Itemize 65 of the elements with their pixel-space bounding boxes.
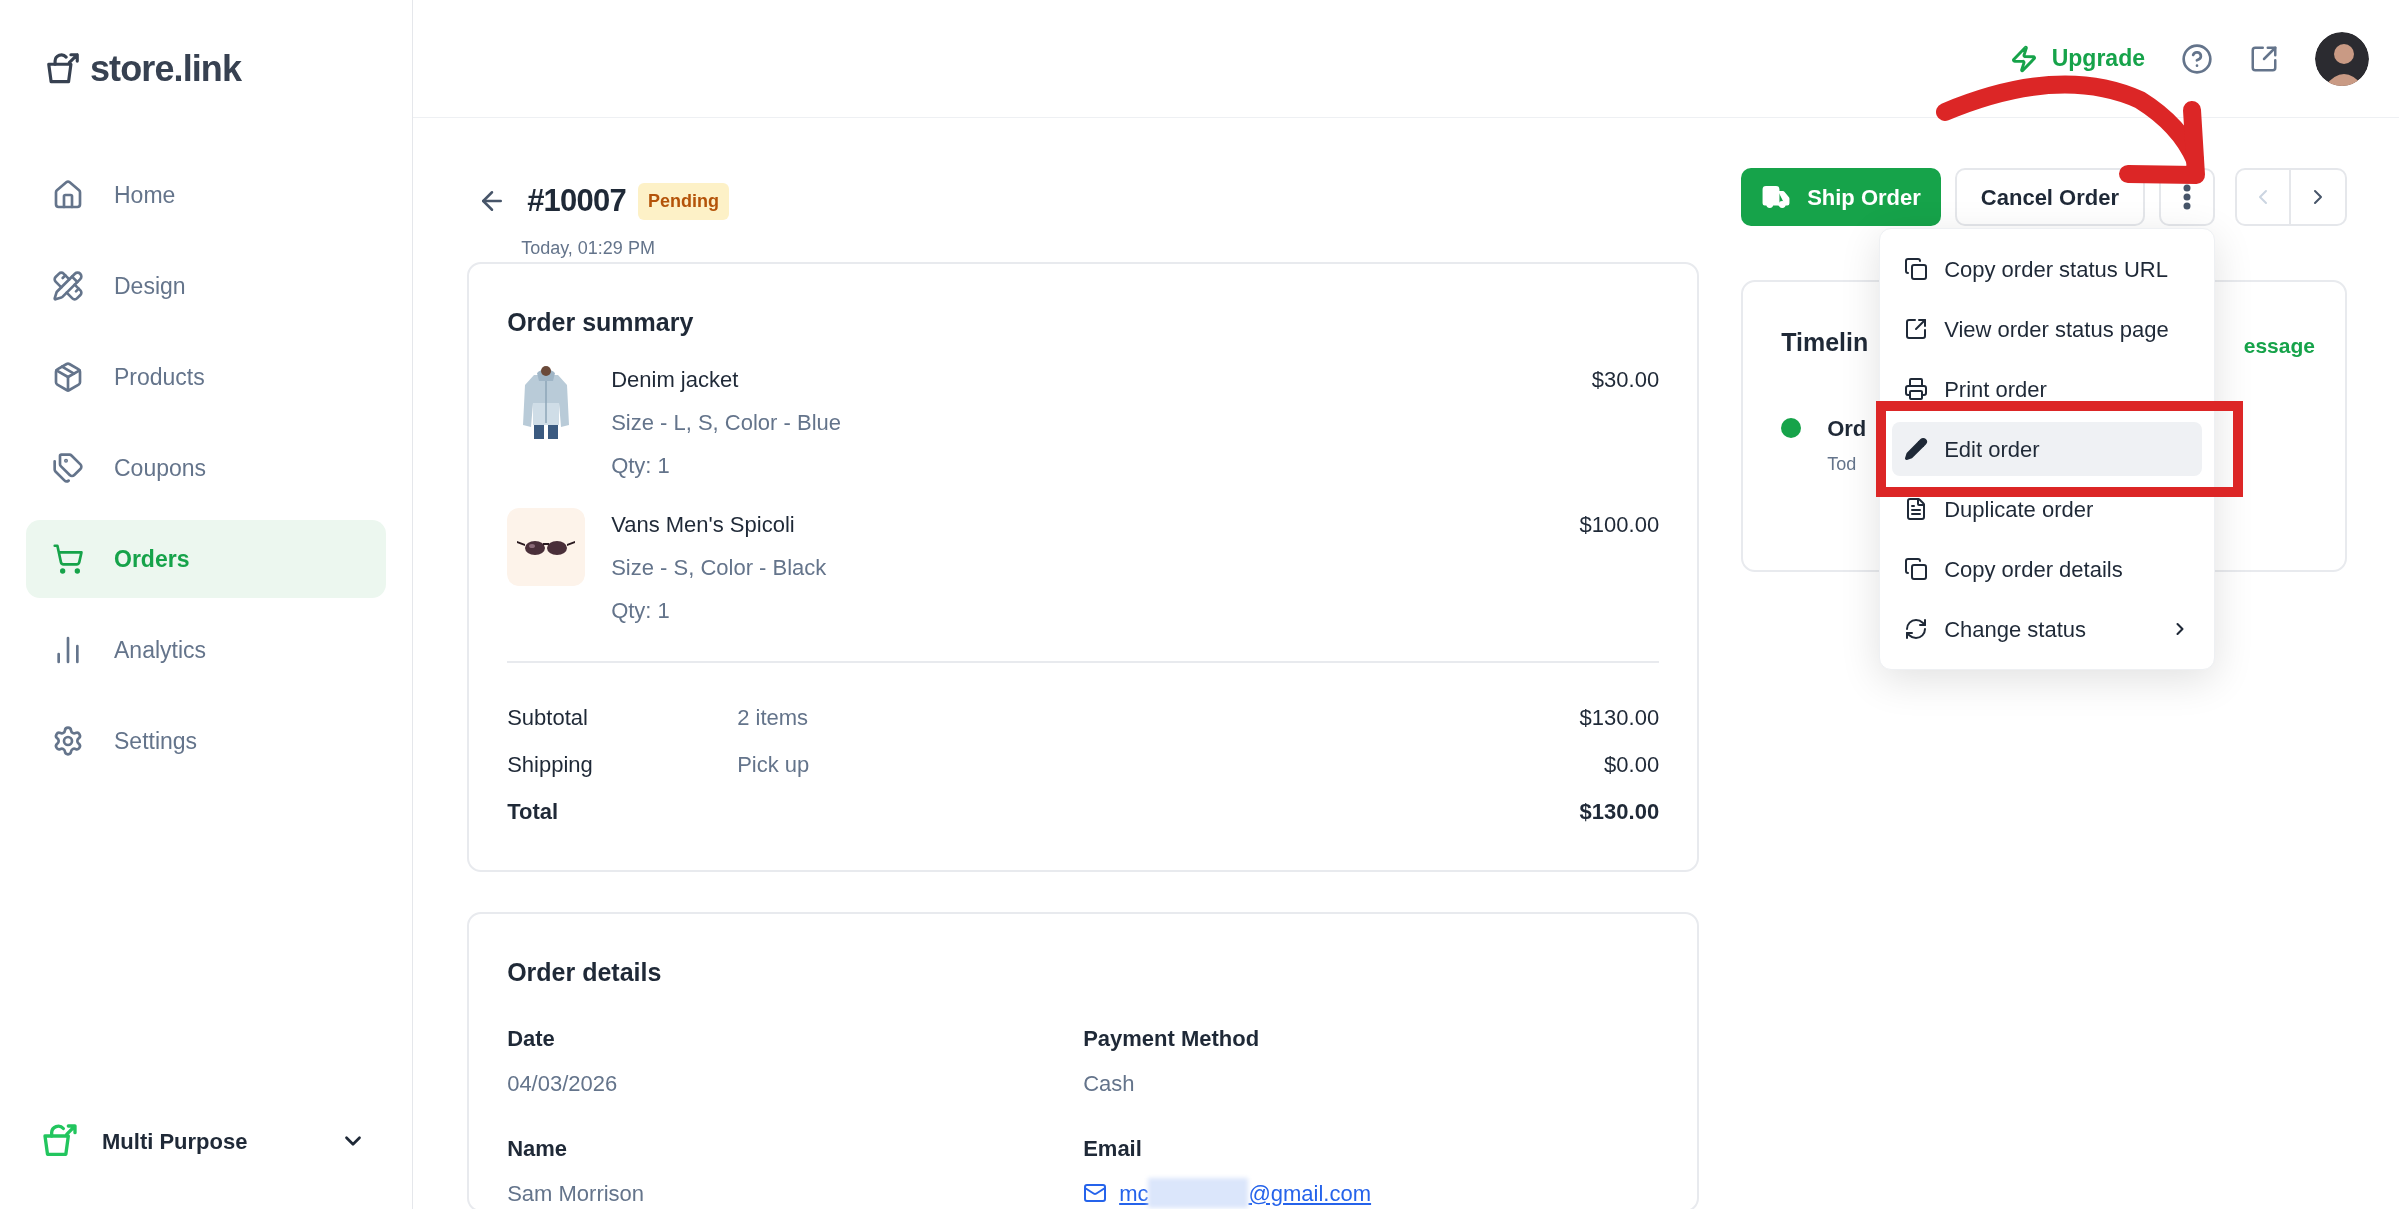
menu-item[interactable]: Edit order: [1892, 422, 2203, 476]
pencil-icon: [1904, 437, 1929, 461]
product-name: Denim jacket: [611, 366, 740, 394]
tags-icon: [52, 452, 84, 484]
refresh-icon: [1904, 617, 1929, 641]
sidebar-item[interactable]: Orders: [26, 520, 387, 598]
total-detail: 2 items: [737, 705, 809, 730]
message-link[interactable]: essage: [2243, 330, 2315, 362]
total-amount: $130.00: [1579, 798, 1660, 826]
product-quantity: Qty: 1: [611, 597, 671, 625]
timeline-event: Ord: [1827, 414, 1867, 443]
status-badge: Pending: [637, 182, 729, 220]
copy-icon: [1904, 557, 1929, 581]
sidebar-item[interactable]: Home: [26, 156, 387, 234]
total-amount: $0.00: [1604, 751, 1660, 779]
total-amount: $130.00: [1579, 704, 1660, 732]
copy-icon: [1904, 257, 1929, 281]
external-link-icon[interactable]: [2249, 43, 2279, 74]
mail-icon: [1083, 1181, 1108, 1205]
total-label: Shipping: [507, 751, 594, 779]
brand-name: store.link: [90, 47, 242, 91]
field-value: Sam Morrison: [507, 1179, 646, 1208]
pencil-ruler-icon: [52, 270, 84, 302]
lightning-icon: [2009, 44, 2038, 73]
timeline-time: Tod: [1827, 452, 1858, 476]
more-button[interactable]: [2159, 168, 2215, 226]
cancel-order-button[interactable]: Cancel Order: [1954, 168, 2145, 226]
sidebar-item[interactable]: Coupons: [26, 429, 387, 507]
product-price: $100.00: [1579, 511, 1660, 539]
help-icon[interactable]: [2181, 42, 2213, 75]
cart-icon: [52, 543, 84, 575]
product-quantity: Qty: 1: [611, 452, 671, 480]
email-link[interactable]: mc @gmail.com: [1119, 1176, 1372, 1209]
total-detail: Pick up: [737, 752, 810, 777]
card-title: Timelin: [1781, 327, 1869, 358]
sidebar-item[interactable]: Analytics: [26, 611, 387, 689]
product-variant: Size - L, S, Color - Blue: [611, 409, 842, 437]
sidebar-item[interactable]: Products: [26, 338, 387, 416]
total-label: Total: [507, 798, 560, 826]
card-title: Order summary: [507, 306, 695, 338]
store-name: Multi Purpose: [102, 1127, 249, 1156]
sidebar-item[interactable]: Settings: [26, 702, 387, 780]
more-vertical-icon: [2183, 184, 2191, 210]
home-icon: [52, 179, 84, 211]
field-value: Cash: [1083, 1069, 1136, 1098]
order-time: Today, 01:29 PM: [521, 236, 656, 260]
order-number: #10007: [527, 182, 626, 220]
product-price: $30.00: [1591, 366, 1660, 394]
avatar[interactable]: [2315, 31, 2369, 86]
field-value: 04/03/2026: [507, 1069, 619, 1098]
sidebar-item[interactable]: Design: [26, 247, 387, 325]
product-variant: Size - S, Color - Black: [611, 554, 828, 582]
product-name: Vans Men's Spicoli: [611, 511, 796, 539]
field-label: Date: [507, 1024, 556, 1053]
upgrade-link[interactable]: Upgrade: [2009, 41, 2145, 76]
settings-icon: [52, 725, 84, 757]
total-label: Subtotal: [507, 704, 589, 732]
external-link-icon: [1904, 317, 1929, 341]
field-label: Name: [507, 1134, 569, 1163]
card-title: Order details: [507, 957, 663, 988]
field-label: Payment Method: [1083, 1024, 1261, 1053]
ship-order-button[interactable]: Ship Order: [1741, 168, 1941, 226]
printer-icon: [1904, 377, 1929, 401]
field-label: Email: [1083, 1134, 1143, 1163]
box-icon: [52, 361, 84, 393]
